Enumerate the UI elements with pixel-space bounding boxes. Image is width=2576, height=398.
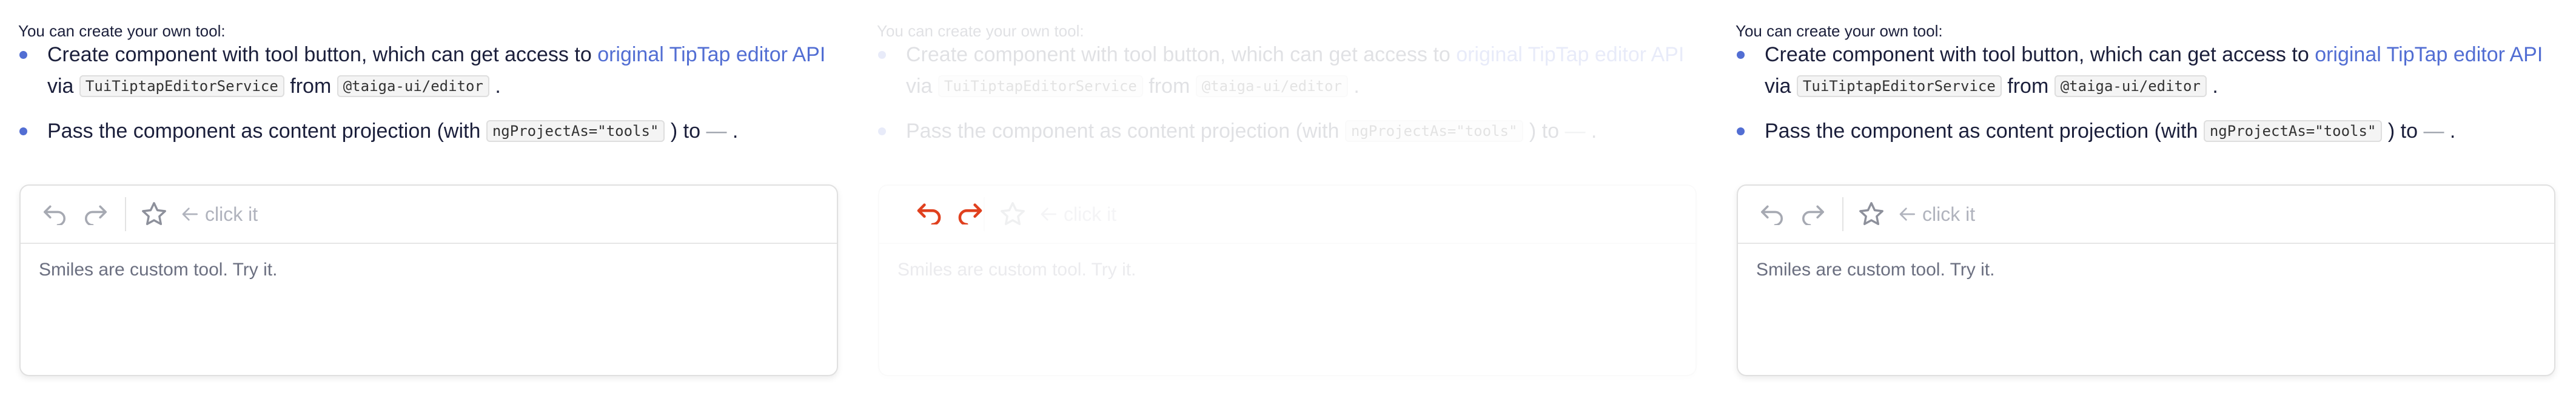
period: . [2212, 75, 2218, 98]
from-text: from [290, 75, 332, 98]
via-text: via [47, 75, 74, 98]
undo-icon [917, 203, 941, 224]
projection-code: ngProjectAs="tools" [2203, 120, 2383, 142]
service-code: TuiTiptapEditorService [79, 75, 284, 97]
period: . [1353, 75, 1360, 98]
via-text: via [906, 75, 933, 98]
list-item: Create component with tool button, which… [1736, 39, 2572, 102]
undo-icon [1761, 205, 1783, 225]
toolbar-divider [1842, 197, 1843, 231]
list-item: Pass the component as content projection… [1736, 115, 2572, 147]
redo-icon [958, 203, 982, 224]
to-text: ) to [670, 120, 700, 143]
tiptap-api-link[interactable]: original TipTap editor API [2315, 43, 2543, 66]
intro-text: You can create your own tool: [877, 22, 1084, 40]
star-icon [1001, 202, 1025, 226]
list-item: Pass the component as content projection… [877, 115, 1714, 147]
from-text: from [1149, 75, 1190, 98]
period: . [495, 75, 501, 98]
period: . [1591, 120, 1597, 143]
screenshot-strip: You can create your own tool: Create com… [0, 0, 2576, 398]
editor: click it Smiles are custom tool. Try it. [1737, 184, 2555, 376]
instruction-list: Create component with tool button, which… [1736, 39, 2572, 147]
redo-icon [1802, 205, 1824, 225]
demo-panel-3: You can create your own tool: Create com… [1736, 0, 2576, 398]
star-icon [1859, 202, 1883, 226]
click-hint-label: click it [1922, 203, 1976, 225]
smiles-tool-button[interactable] [1856, 198, 1887, 230]
to-text: ) to [1529, 120, 1559, 143]
tiptap-api-link[interactable]: original TipTap editor API [597, 43, 825, 66]
package-code: @taiga-ui/editor [337, 75, 489, 97]
arrow-left-icon [1041, 207, 1056, 221]
bullet-text: Create component with tool button, which… [906, 43, 1451, 66]
from-text: from [2007, 75, 2049, 98]
editor-content[interactable]: Smiles are custom tool. Try it. [21, 244, 837, 296]
package-code: @taiga-ui/editor [2054, 75, 2207, 97]
smiles-tool-button[interactable] [997, 198, 1028, 230]
package-code: @taiga-ui/editor [1195, 75, 1348, 97]
instruction-list: Create component with tool button, which… [18, 39, 855, 147]
click-hint: click it [181, 203, 258, 226]
arrow-left-icon [182, 207, 198, 221]
tiptap-api-link[interactable]: original TipTap editor API [1456, 43, 1684, 66]
demo-panel-1: You can create your own tool: Create com… [18, 0, 865, 398]
undo-button[interactable] [1756, 198, 1788, 230]
period: . [2449, 120, 2456, 143]
service-code: TuiTiptapEditorService [937, 75, 1143, 97]
projection-code: ngProjectAs="tools" [486, 120, 665, 142]
list-item: Pass the component as content projection… [18, 115, 855, 147]
list-item: Create component with tool button, which… [18, 39, 855, 102]
bullet-text: Pass the component as content projection… [1765, 120, 2198, 143]
bullet-text: Pass the component as content projection… [47, 120, 481, 143]
editor-toolbar: click it [879, 186, 1696, 244]
service-code: TuiTiptapEditorService [1796, 75, 2002, 97]
bullet-text: Create component with tool button, which… [1765, 43, 2309, 66]
demo-panel-2: You can create your own tool: Create com… [877, 0, 1723, 398]
arrow-left-icon [1899, 207, 1915, 221]
editor: click it Smiles are custom tool. Try it. [19, 184, 838, 376]
editor-toolbar: click it [1738, 186, 2554, 244]
editor-content[interactable]: Smiles are custom tool. Try it. [879, 244, 1696, 296]
list-item: Create component with tool button, which… [877, 39, 1714, 102]
intro-text: You can create your own tool: [18, 22, 226, 40]
redo-button[interactable] [80, 198, 112, 230]
intro-text: You can create your own tool: [1736, 22, 1943, 40]
to-text: ) to [2387, 120, 2418, 143]
star-icon [142, 202, 166, 226]
toolbar-divider [125, 197, 126, 231]
undo-button[interactable] [39, 198, 70, 230]
redo-button[interactable] [1797, 198, 1829, 230]
redo-button-active[interactable] [954, 197, 986, 229]
click-hint-label: click it [1064, 203, 1117, 225]
click-hint: click it [1898, 203, 1975, 226]
instruction-list: Create component with tool button, which… [877, 39, 1714, 147]
dash: — [1565, 120, 1586, 143]
bullet-text: Pass the component as content projection… [906, 120, 1340, 143]
bullet-text: Create component with tool button, which… [47, 43, 592, 66]
click-hint: click it [1039, 203, 1116, 226]
via-text: via [1765, 75, 1791, 98]
projection-code: ngProjectAs="tools" [1344, 120, 1524, 142]
redo-icon [85, 205, 107, 225]
active-history-buttons [895, 184, 996, 241]
dash: — [2423, 120, 2444, 143]
undo-icon [44, 205, 65, 225]
smiles-tool-button[interactable] [138, 198, 170, 230]
undo-button-active[interactable] [913, 197, 945, 229]
dash: — [706, 120, 727, 143]
period: . [732, 120, 739, 143]
editor-content[interactable]: Smiles are custom tool. Try it. [1738, 244, 2554, 296]
click-hint-label: click it [205, 203, 258, 225]
editor: click it Smiles are custom tool. Try it. [878, 184, 1697, 376]
editor-toolbar: click it [21, 186, 837, 244]
